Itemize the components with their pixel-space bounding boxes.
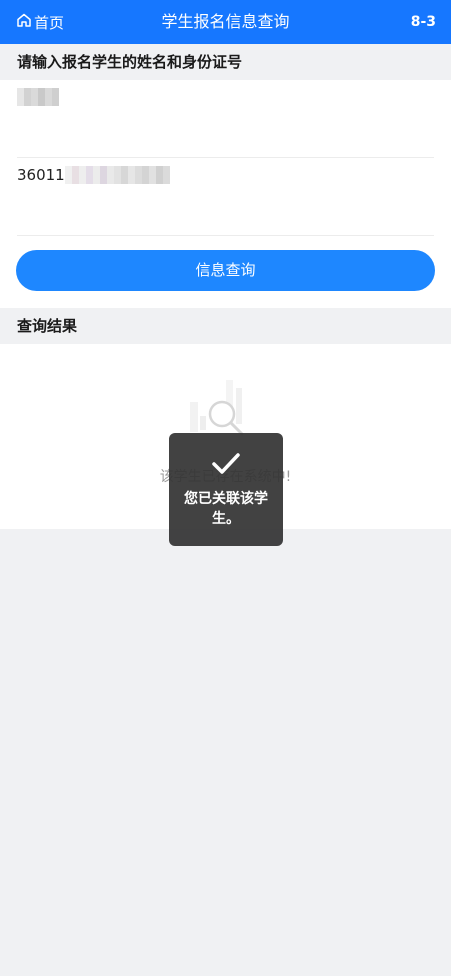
id-number-prefix: 36011 [17,166,65,184]
id-number-value: 36011 [17,166,170,184]
redacted-name [17,88,59,106]
success-toast: 您已关联该学生。 [169,433,283,546]
page-title: 学生报名信息查询 [161,12,290,31]
student-name-input[interactable] [17,80,434,158]
form-section-header: 请输入报名学生的姓名和身份证号 [0,44,451,80]
checkmark-icon [212,453,240,474]
query-button[interactable]: 信息查询 [16,250,435,291]
home-icon [16,12,34,32]
top-navigation-bar: 首页 学生报名信息查询 8-3 [0,0,451,44]
query-form: 36011 信息查询 [0,80,451,308]
redacted-id-number [64,166,170,184]
form-section-title: 请输入报名学生的姓名和身份证号 [17,53,243,71]
home-label: 首页 [34,13,65,32]
version-label: 8-3 [410,14,436,30]
results-section-header: 查询结果 [0,308,451,344]
home-link[interactable]: 首页 [16,0,64,44]
results-section-title: 查询结果 [17,317,78,335]
id-number-input[interactable]: 36011 [17,158,434,236]
toast-message: 您已关联该学生。 [184,491,268,527]
student-name-value [17,88,59,106]
